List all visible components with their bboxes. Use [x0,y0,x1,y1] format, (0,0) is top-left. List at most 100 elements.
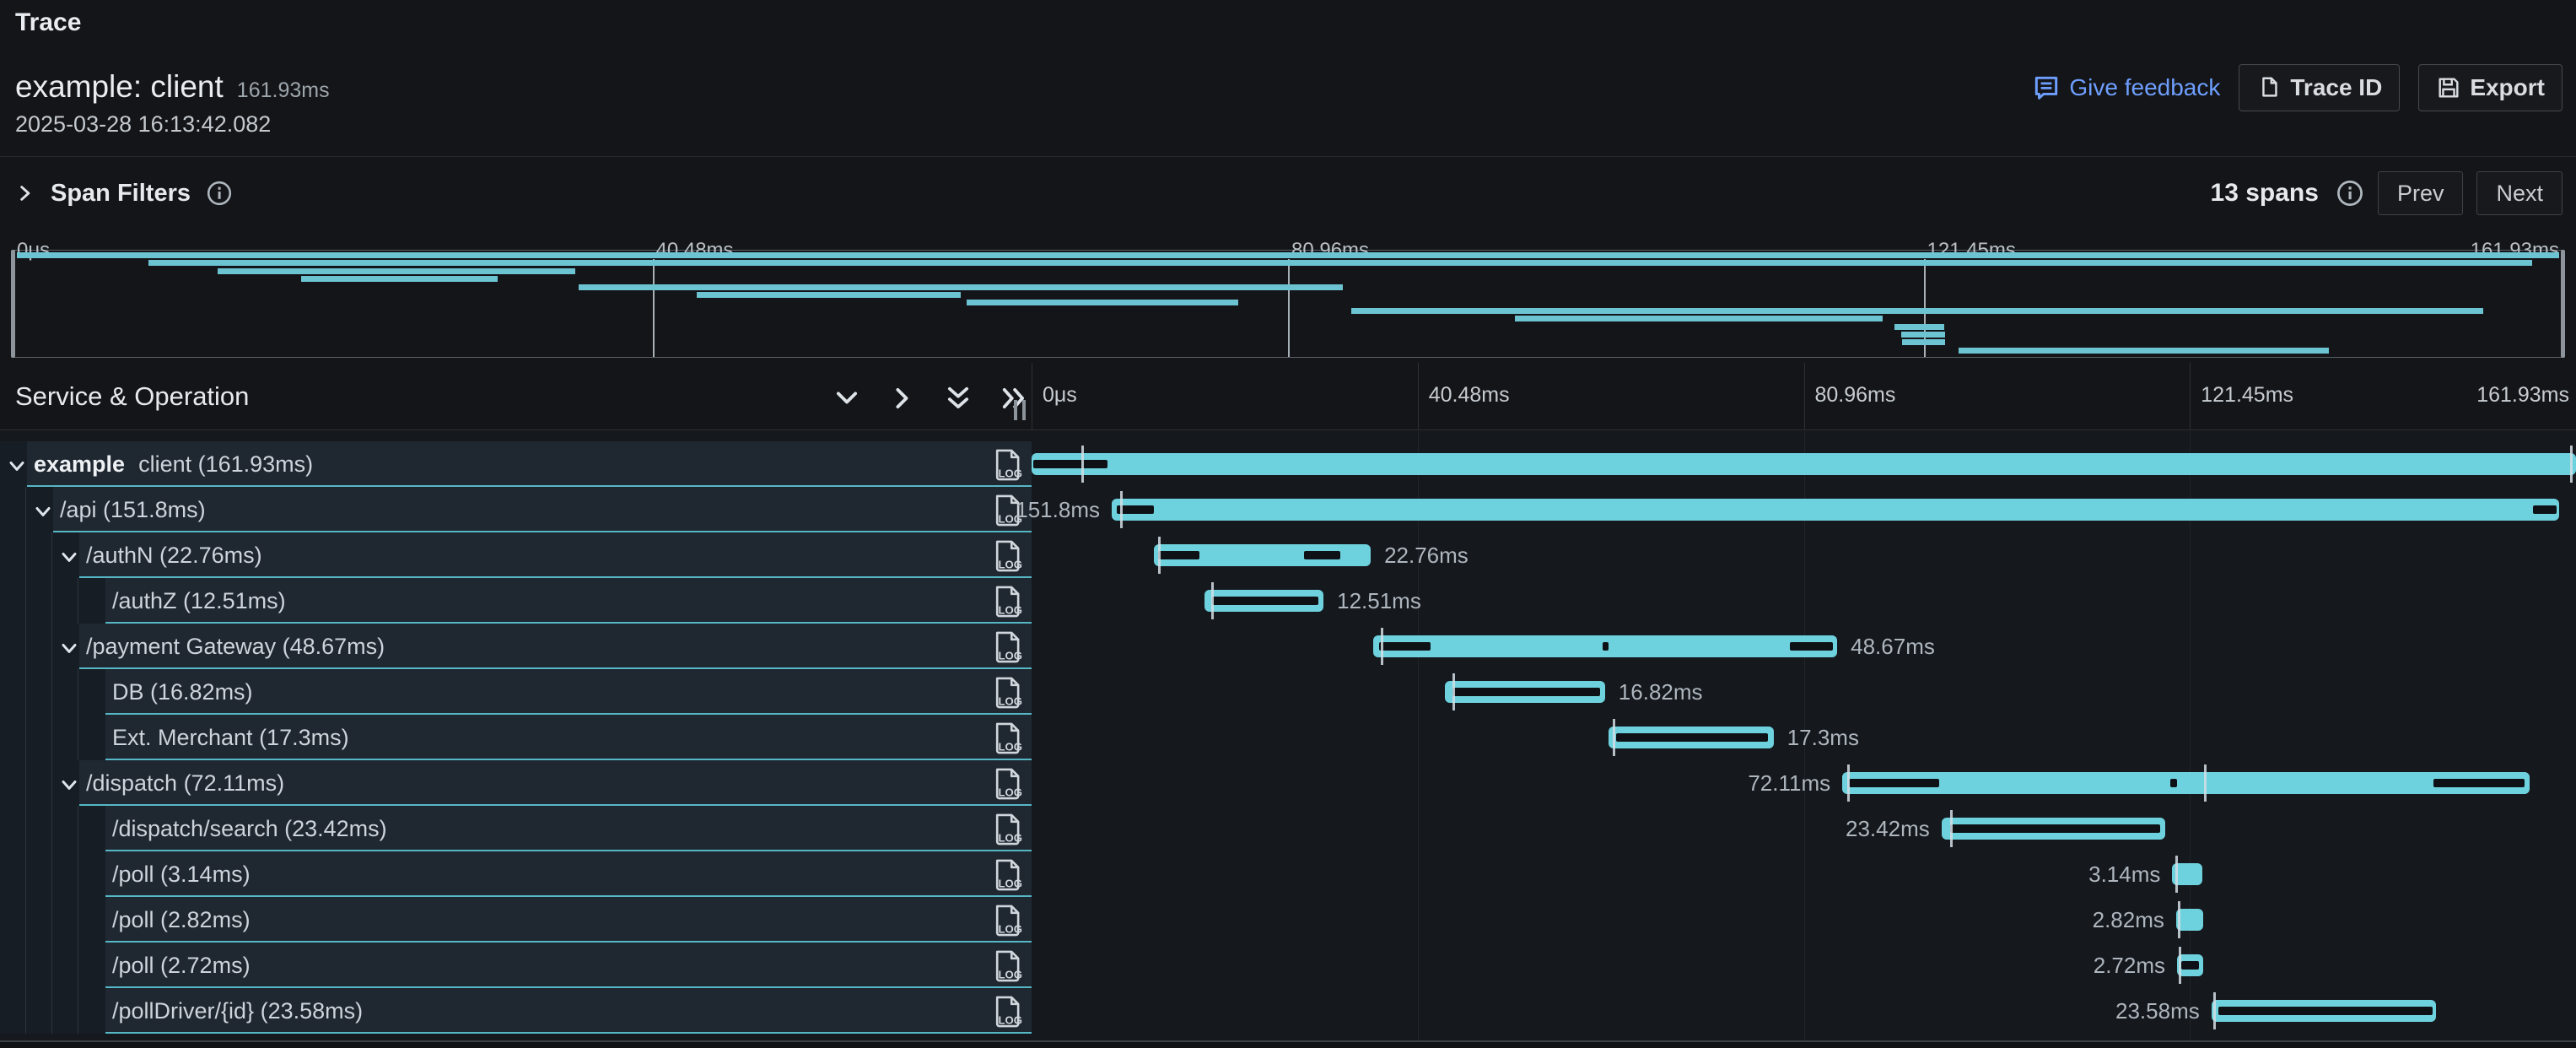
span-row[interactable]: /poll (2.72ms) LOG 2.72ms [0,943,2576,988]
span-bar[interactable] [1112,499,2559,521]
span-row[interactable]: /authN (22.76ms) LOG 22.76ms [0,532,2576,578]
span-timeline-cell[interactable]: 48.67ms [1032,624,2576,669]
chevron-down-icon[interactable] [5,454,29,478]
span-bar[interactable] [1842,772,2530,794]
axis-tick: 161.93ms [2476,383,2569,408]
span-row[interactable]: Ext. Merchant (17.3ms) LOG 17.3ms [0,715,2576,760]
log-icon[interactable]: LOG [992,812,1022,847]
span-timeline-cell[interactable]: 3.14ms [1032,851,2576,897]
export-button[interactable]: Export [2418,64,2563,111]
span-timeline-cell[interactable]: 23.42ms [1032,806,2576,851]
span-row[interactable]: /api (151.8ms) LOG 151.8ms [0,487,2576,532]
span-timeline-cell[interactable]: 72.11ms [1032,760,2576,806]
span-duration-label: 48.67ms [1851,624,1935,669]
log-marker-band [1790,642,1833,651]
span-name-cell[interactable]: /poll (2.82ms) LOG [0,897,1032,943]
next-span-button[interactable]: Next [2476,171,2563,215]
minimap-tick-label: 161.93ms [2471,239,2559,262]
span-name-cell[interactable]: /authN (22.76ms) LOG [0,532,1032,578]
span-name-cell[interactable]: exampleclient (161.93ms) LOG [0,441,1032,487]
span-name: /dispatch (72.11ms) [86,760,284,806]
span-timeline-cell[interactable]: 12.51ms [1032,578,2576,624]
span-name-cell[interactable]: /poll (2.72ms) LOG [0,943,1032,988]
log-icon[interactable]: LOG [992,948,1022,984]
span-name: /dispatch/search (23.42ms) [112,806,387,851]
trace-id-label: Trace ID [2290,74,2382,101]
span-name-cell[interactable]: /payment Gateway (48.67ms) LOG [0,624,1032,669]
log-icon[interactable]: LOG [992,766,1022,802]
column-resize-handle[interactable] [1014,400,1026,420]
log-icon[interactable]: LOG [992,447,1022,483]
span-timeline-cell[interactable] [1032,441,2576,487]
expand-one-icon[interactable] [887,383,918,413]
log-icon[interactable]: LOG [992,538,1022,574]
chevron-down-icon[interactable] [31,500,55,523]
chevron-down-icon[interactable] [57,773,81,797]
tree-controls [832,383,1029,413]
minimap-tick-label: 0μs [17,239,50,262]
minimap-span-bar [1959,348,2329,354]
log-marker-band [1033,460,1107,468]
span-row[interactable]: /payment Gateway (48.67ms) LOG 48.67ms [0,624,2576,669]
log-icon[interactable]: LOG [992,584,1022,619]
minimap-right-handle[interactable] [2561,250,2565,358]
span-timeline-cell[interactable]: 23.58ms [1032,988,2576,1034]
span-name-cell[interactable]: /api (151.8ms) LOG [0,487,1032,532]
span-name-cell[interactable]: Ext. Merchant (17.3ms) LOG [0,715,1032,760]
trace-id-button[interactable]: Trace ID [2239,64,2400,111]
span-timeline-cell[interactable]: 22.76ms [1032,532,2576,578]
log-icon[interactable]: LOG [992,903,1022,938]
span-name-cell[interactable]: /dispatch/search (23.42ms) LOG [0,806,1032,851]
info-icon[interactable] [2336,179,2364,208]
minimap-left-handle[interactable] [11,250,15,358]
span-operation: /pollDriver/{id} (23.58ms) [112,998,363,1024]
span-name-cell[interactable]: /authZ (12.51ms) LOG [0,578,1032,624]
log-tick [2213,992,2216,1029]
collapse-one-icon[interactable] [832,383,862,413]
log-tick [1847,764,1850,802]
span-timeline-cell[interactable]: 17.3ms [1032,715,2576,760]
log-icon[interactable]: LOG [992,675,1022,710]
log-icon[interactable]: LOG [992,994,1022,1029]
span-name: DB (16.82ms) [112,669,253,715]
span-name-cell[interactable]: DB (16.82ms) LOG [0,669,1032,715]
spans-count: 13 spans [2211,179,2319,208]
log-icon[interactable]: LOG [992,857,1022,893]
span-timeline-cell[interactable]: 16.82ms [1032,669,2576,715]
prev-span-button[interactable]: Prev [2378,171,2464,215]
span-name-cell[interactable]: /dispatch (72.11ms) LOG [0,760,1032,806]
trace-duration: 161.93ms [237,78,330,102]
span-row[interactable]: /dispatch/search (23.42ms) LOG 23.42ms [0,806,2576,851]
span-row[interactable]: /authZ (12.51ms) LOG 12.51ms [0,578,2576,624]
span-timeline-cell[interactable]: 2.72ms [1032,943,2576,988]
span-name-cell[interactable]: /pollDriver/{id} (23.58ms) LOG [0,988,1032,1034]
log-icon[interactable]: LOG [992,629,1022,665]
span-row[interactable]: /poll (2.82ms) LOG 2.82ms [0,897,2576,943]
span-duration-label: 2.82ms [2093,897,2164,943]
info-icon[interactable] [206,180,233,207]
span-name: /poll (3.14ms) [112,851,251,897]
span-timeline-cell[interactable]: 151.8ms [1032,487,2576,532]
log-icon[interactable]: LOG [992,721,1022,756]
trace-minimap[interactable]: 0μs40.48ms80.96ms121.45ms161.93ms [12,239,2564,358]
span-operation: /poll (3.14ms) [112,862,251,888]
collapse-all-icon[interactable] [943,383,973,413]
minimap-gridline [1288,259,1290,357]
give-feedback-link[interactable]: Give feedback [2032,73,2220,102]
span-service: example [34,451,125,478]
chevron-down-icon[interactable] [57,545,81,569]
span-row[interactable]: /pollDriver/{id} (23.58ms) LOG 23.58ms [0,988,2576,1034]
span-row[interactable]: /poll (3.14ms) LOG 3.14ms [0,851,2576,897]
span-filters-toggle[interactable]: Span Filters [13,158,233,229]
span-bar[interactable] [1032,453,2576,475]
span-row[interactable]: /dispatch (72.11ms) LOG 72.11ms [0,760,2576,806]
service-operation-header: Service & Operation [15,381,249,412]
span-row[interactable]: DB (16.82ms) LOG 16.82ms [0,669,2576,715]
log-marker-band [1158,551,1199,559]
svg-text:LOG: LOG [999,922,1022,935]
log-tick [1950,810,1953,847]
span-name-cell[interactable]: /poll (3.14ms) LOG [0,851,1032,897]
span-row[interactable]: exampleclient (161.93ms) LOG [0,441,2576,487]
span-timeline-cell[interactable]: 2.82ms [1032,897,2576,943]
chevron-down-icon[interactable] [57,636,81,660]
